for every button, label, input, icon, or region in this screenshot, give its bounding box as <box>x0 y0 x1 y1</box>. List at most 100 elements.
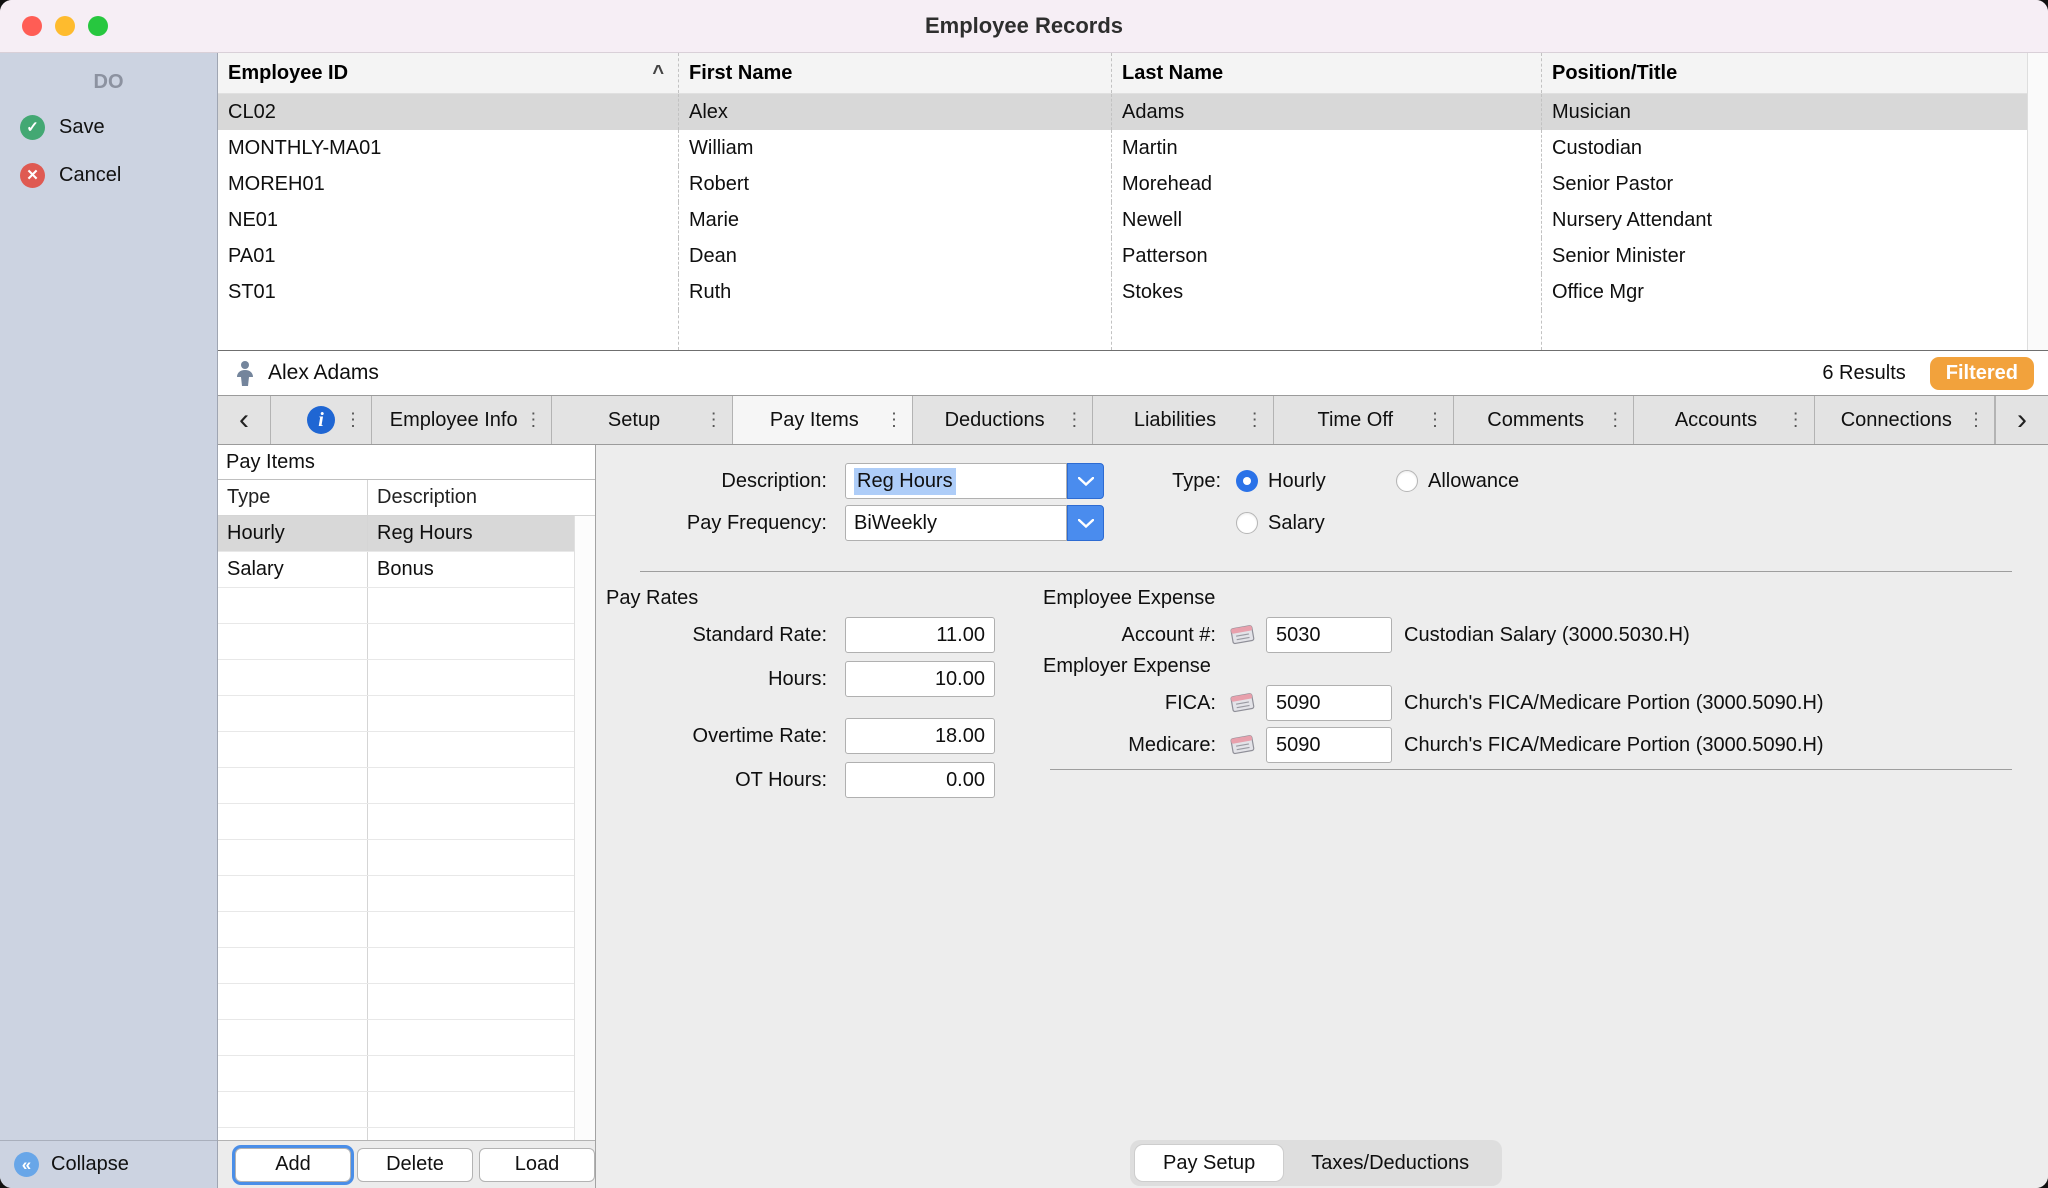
add-button[interactable]: Add <box>235 1148 351 1182</box>
cell <box>218 768 367 803</box>
close-window-button[interactable] <box>22 16 42 36</box>
cell: Custodian <box>1541 130 2028 166</box>
delete-button[interactable]: Delete <box>357 1148 473 1182</box>
employee-row-ne01[interactable]: NE01MarieNewellNursery Attendant <box>218 202 2028 238</box>
overtime-rate-input[interactable] <box>845 718 995 754</box>
radio-salary-control[interactable] <box>1236 512 1258 534</box>
tab-menu-dots-icon[interactable]: ⋮ <box>1606 410 1624 431</box>
collapse-chevrons-icon: « <box>14 1152 39 1177</box>
radio-allowance-control[interactable] <box>1396 470 1418 492</box>
tab-connections[interactable]: Connections⋮ <box>1815 396 1995 444</box>
collapse-button[interactable]: « Collapse <box>0 1140 217 1188</box>
ot-hours-input[interactable] <box>845 762 995 798</box>
column-header-employee-id[interactable]: Employee ID^ <box>218 53 678 93</box>
cell <box>367 1092 575 1127</box>
minimize-window-button[interactable] <box>55 16 75 36</box>
traffic-lights <box>22 16 108 36</box>
zoom-window-button[interactable] <box>88 16 108 36</box>
radio-hourly-control[interactable] <box>1236 470 1258 492</box>
employee-table-body: CL02AlexAdamsMusicianMONTHLY-MA01William… <box>218 94 2028 310</box>
tab-taxes-deductions[interactable]: Taxes/Deductions <box>1283 1145 1497 1181</box>
cell: Robert <box>678 166 1111 202</box>
column-header-position-title[interactable]: Position/Title <box>1541 53 2028 93</box>
tab-menu-dots-icon[interactable]: ⋮ <box>1065 410 1083 431</box>
pay-frequency-field[interactable]: BiWeekly <box>845 505 1067 541</box>
employee-row-cl02[interactable]: CL02AlexAdamsMusician <box>218 94 2028 130</box>
description-dropdown-button[interactable] <box>1067 463 1104 499</box>
tab-comments[interactable]: Comments⋮ <box>1454 396 1634 444</box>
cell: Senior Pastor <box>1541 166 2028 202</box>
tab-time-off[interactable]: Time Off ⋮ <box>1274 396 1454 444</box>
tab-bar: ‹ i ⋮ Employee Info⋮Setup⋮Pay Items⋮Dedu… <box>218 396 2048 445</box>
sidebar: DO ✓ Save ✕ Cancel « Collapse <box>0 53 218 1188</box>
cell <box>367 984 575 1019</box>
tab-menu-dots-icon[interactable]: ⋮ <box>705 410 723 431</box>
cell <box>367 768 575 803</box>
pay-item-empty-row <box>218 696 575 732</box>
cell <box>218 912 367 947</box>
tabs-scroll-left-button[interactable]: ‹ <box>218 396 271 444</box>
medicare-account-input[interactable] <box>1266 727 1392 763</box>
tab-menu-dots-icon[interactable]: ⋮ <box>1967 410 1985 431</box>
fica-account-input[interactable] <box>1266 685 1392 721</box>
account-lookup-icon[interactable] <box>1228 622 1258 648</box>
main-area: DO ✓ Save ✕ Cancel « Collapse Employee I… <box>0 53 2048 1188</box>
save-button[interactable]: ✓ Save <box>20 107 217 147</box>
radio-allowance-label: Allowance <box>1428 470 1519 493</box>
load-button[interactable]: Load <box>479 1148 595 1182</box>
cell <box>367 1056 575 1091</box>
tab-menu-dots-icon[interactable]: ⋮ <box>1426 410 1444 431</box>
tab-menu-dots-icon[interactable]: ⋮ <box>344 410 362 431</box>
tab-setup[interactable]: Setup⋮ <box>552 396 732 444</box>
employee-row-monthly-ma01[interactable]: MONTHLY-MA01WilliamMartinCustodian <box>218 130 2028 166</box>
account-number-label: Account #: <box>1043 624 1216 647</box>
cell <box>218 984 367 1019</box>
results-count: 6 Results <box>1822 362 1905 385</box>
pay-item-row-bonus[interactable]: SalaryBonus <box>218 552 575 588</box>
column-header-first-name[interactable]: First Name <box>678 53 1111 93</box>
tab-pay-setup[interactable]: Pay Setup <box>1135 1145 1283 1181</box>
column-label: Position/Title <box>1552 62 1677 85</box>
radio-hourly[interactable]: Hourly <box>1236 463 1326 499</box>
standard-rate-input[interactable] <box>845 617 995 653</box>
filtered-badge[interactable]: Filtered <box>1930 357 2034 390</box>
pay-frequency-dropdown-button[interactable] <box>1067 505 1104 541</box>
radio-hourly-label: Hourly <box>1268 470 1326 493</box>
empty-cell <box>1111 310 1541 350</box>
employee-row-pa01[interactable]: PA01DeanPattersonSenior Minister <box>218 238 2028 274</box>
tab-deductions[interactable]: Deductions⋮ <box>913 396 1093 444</box>
cell: William <box>678 130 1111 166</box>
hours-input[interactable] <box>845 661 995 697</box>
tab-pay-items[interactable]: Pay Items⋮ <box>733 396 913 444</box>
radio-allowance[interactable]: Allowance <box>1396 463 1519 499</box>
tab-menu-dots-icon[interactable]: ⋮ <box>885 410 903 431</box>
medicare-label: Medicare: <box>1043 734 1216 757</box>
app-window: Employee Records DO ✓ Save ✕ Cancel « Co… <box>0 0 2048 1188</box>
table-scrollbar[interactable] <box>2027 53 2048 350</box>
tab-employee-info[interactable]: Employee Info⋮ <box>372 396 552 444</box>
pay-items-header: TypeDescription <box>218 480 595 516</box>
tab-label: Time Off <box>1318 409 1394 432</box>
pay-items-scrollbar[interactable] <box>574 516 595 1140</box>
tab-liabilities[interactable]: Liabilities⋮ <box>1093 396 1273 444</box>
tab-menu-dots-icon[interactable]: ⋮ <box>1246 410 1264 431</box>
tab-menu-dots-icon[interactable]: ⋮ <box>524 410 542 431</box>
account-lookup-icon[interactable] <box>1228 690 1258 716</box>
employee-row-moreh01[interactable]: MOREH01RobertMoreheadSenior Pastor <box>218 166 2028 202</box>
record-bar: Alex Adams 6 Results Filtered <box>218 351 2048 396</box>
tab-accounts[interactable]: Accounts⋮ <box>1634 396 1814 444</box>
radio-salary[interactable]: Salary <box>1236 505 1325 541</box>
cell <box>218 804 367 839</box>
pay-item-empty-row <box>218 912 575 948</box>
account-number-input[interactable] <box>1266 617 1392 653</box>
employee-row-st01[interactable]: ST01RuthStokesOffice Mgr <box>218 274 2028 310</box>
pay-item-row-reg-hours[interactable]: HourlyReg Hours <box>218 516 575 552</box>
column-header-last-name[interactable]: Last Name <box>1111 53 1541 93</box>
tab-info[interactable]: i ⋮ <box>271 396 372 444</box>
pay-item-empty-row <box>218 840 575 876</box>
description-field[interactable]: Reg Hours <box>845 463 1067 499</box>
tab-menu-dots-icon[interactable]: ⋮ <box>1787 410 1805 431</box>
account-lookup-icon[interactable] <box>1228 732 1258 758</box>
cancel-button[interactable]: ✕ Cancel <box>20 155 217 195</box>
tabs-scroll-right-button[interactable]: › <box>1995 396 2048 444</box>
